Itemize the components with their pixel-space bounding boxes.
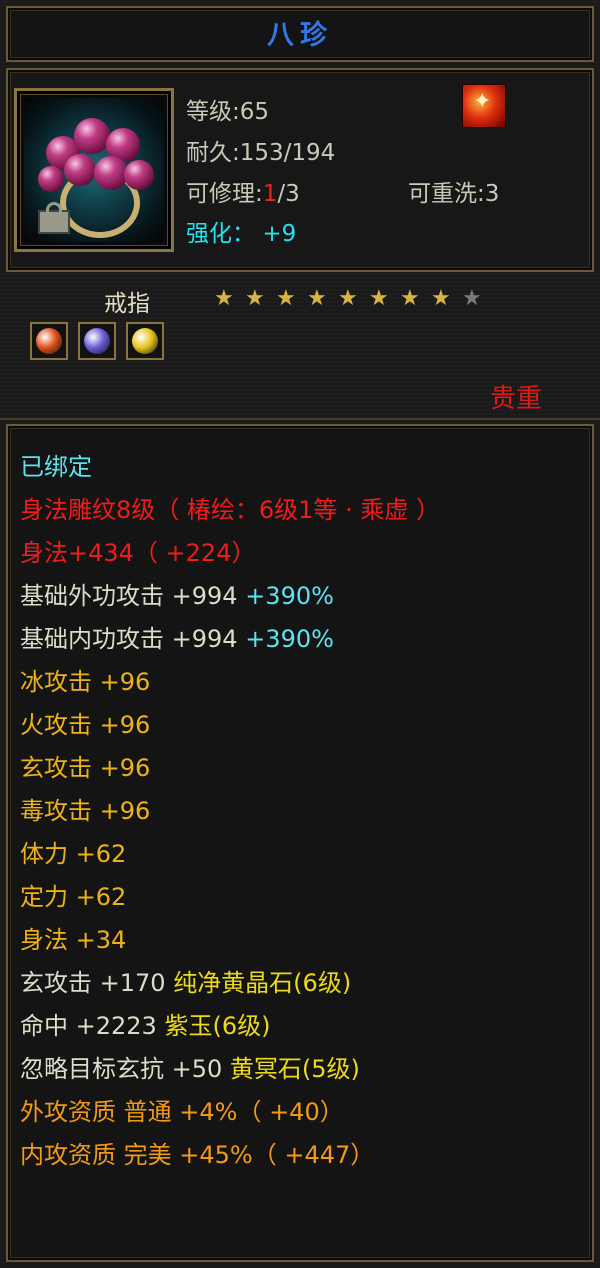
repair-colon: : — [255, 181, 263, 207]
level-value: :65 — [232, 99, 270, 125]
star-filled-icon: ★ — [369, 286, 389, 311]
berry — [64, 154, 96, 186]
attribute-text: 黄冥石(5级) — [229, 1055, 360, 1083]
attribute-text: 玄攻击 +96 — [20, 754, 151, 782]
attribute-text: +390% — [245, 582, 334, 610]
attribute-line: 身法 +34 — [20, 925, 126, 955]
purple-gem-icon — [78, 322, 116, 360]
attribute-line: 内攻资质 完美 +45%（ +447） — [20, 1140, 374, 1170]
attribute-text: 体力 +62 — [20, 840, 127, 868]
attribute-line: 体力 +62 — [20, 839, 126, 869]
attribute-line: 定力 +62 — [20, 882, 126, 912]
attribute-line: 命中 +2223 紫玉(6级) — [20, 1011, 270, 1041]
level-label: 等级 — [186, 99, 232, 125]
rewash-value: :3 — [477, 181, 500, 207]
attribute-line: 身法雕纹8级（ 椿绘：6级1等 · 乘虚 ） — [20, 495, 440, 525]
attribute-text: 身法雕纹8级（ 椿绘：6级1等 · 乘虚 ） — [20, 496, 440, 524]
attribute-text: 身法+434（ +224） — [20, 539, 256, 567]
gem-core — [84, 328, 110, 354]
repair-used: 1 — [262, 181, 278, 207]
divider — [0, 418, 600, 420]
title-bar: 八珍 — [6, 6, 594, 62]
level-stat: 等级:65 — [186, 92, 269, 126]
item-type: 戒指 — [104, 291, 150, 317]
attribute-line: 基础内功攻击 +994 +390% — [20, 624, 334, 654]
star-filled-icon: ★ — [214, 286, 234, 311]
item-name: 八珍 — [267, 20, 333, 51]
attribute-text: 火攻击 +96 — [20, 711, 151, 739]
star-empty-icon: ★ — [462, 286, 482, 311]
star-filled-icon: ★ — [276, 286, 296, 311]
gem-core — [36, 328, 62, 354]
star-filled-icon: ★ — [400, 286, 420, 311]
berry — [94, 156, 128, 190]
enhance-stat: 强化： +9 — [186, 214, 296, 248]
attribute-text: 外攻资质 普通 +4%（ +40） — [20, 1098, 344, 1126]
repair-label: 可修理 — [186, 181, 255, 207]
gem-core — [132, 328, 158, 354]
attribute-text: 基础外功攻击 +994 — [20, 582, 246, 610]
enhance-label: 强化： — [186, 221, 255, 247]
star-filled-icon: ★ — [431, 286, 451, 311]
star-filled-icon: ★ — [338, 286, 358, 311]
lock-icon — [38, 202, 70, 234]
attribute-line: 身法+434（ +224） — [20, 538, 255, 568]
repair-max: /3 — [277, 181, 300, 207]
star-filled-icon: ★ — [307, 286, 327, 311]
attribute-line: 已绑定 — [20, 452, 92, 482]
attribute-line: 冰攻击 +96 — [20, 667, 150, 697]
attribute-line: 火攻击 +96 — [20, 710, 150, 740]
item-icon-frame — [14, 88, 174, 252]
rewash-label: 可重洗 — [408, 181, 477, 207]
attribute-line: 基础外功攻击 +994 +390% — [20, 581, 334, 611]
attribute-text: 命中 +2223 — [20, 1012, 165, 1040]
ring-icon — [24, 98, 164, 242]
attribute-text: 身法 +34 — [20, 926, 127, 954]
berry — [38, 166, 64, 192]
attribute-line: 外攻资质 普通 +4%（ +40） — [20, 1097, 344, 1127]
attribute-line: 毒攻击 +96 — [20, 796, 150, 826]
attribute-text: +390% — [245, 625, 334, 653]
enhance-value: +9 — [262, 221, 297, 247]
flame-emblem-icon — [462, 84, 506, 128]
attribute-text: 基础内功攻击 +994 — [20, 625, 246, 653]
attribute-text: 纯净黄晶石(6级) — [173, 969, 352, 997]
attribute-line: 玄攻击 +96 — [20, 753, 150, 783]
attribute-text: 紫玉(6级) — [164, 1012, 271, 1040]
attribute-text: 忽略目标玄抗 +50 — [20, 1055, 230, 1083]
red-gem-icon — [30, 322, 68, 360]
attribute-text: 定力 +62 — [20, 883, 127, 911]
yellow-gem-icon — [126, 322, 164, 360]
attribute-text: 已绑定 — [20, 453, 92, 481]
durability-stat: 耐久:153/194 — [186, 133, 335, 167]
item-tooltip-panel: 八珍 等级:65 耐久:153/194 可修理:1/3 可重洗:3 强化： +9… — [0, 0, 600, 1268]
attribute-line: 忽略目标玄抗 +50 黄冥石(5级) — [20, 1054, 360, 1084]
attribute-text: 玄攻击 +170 — [20, 969, 174, 997]
attribute-text: 毒攻击 +96 — [20, 797, 151, 825]
attribute-line: 玄攻击 +170 纯净黄晶石(6级) — [20, 968, 351, 998]
durability-label: 耐久 — [186, 140, 232, 166]
attribute-text: 内攻资质 完美 +45%（ +447） — [20, 1141, 375, 1169]
berry — [124, 160, 154, 190]
star-filled-icon: ★ — [245, 286, 265, 311]
rewash-stat: 可重洗:3 — [408, 174, 499, 208]
rarity-label: 贵重 — [490, 384, 543, 414]
berry — [74, 118, 110, 154]
durability-value: :153/194 — [232, 140, 336, 166]
repair-stat: 可修理:1/3 — [186, 174, 300, 208]
attribute-text: 冰攻击 +96 — [20, 668, 151, 696]
